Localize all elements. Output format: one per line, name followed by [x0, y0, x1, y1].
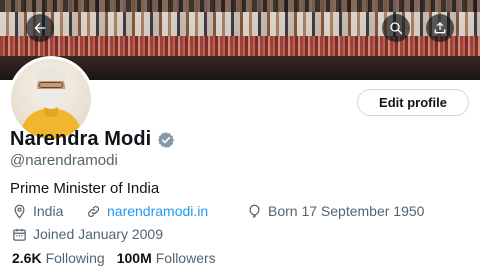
profile-birthday-text: Born 17 September 1950 — [268, 203, 425, 219]
search-button[interactable] — [382, 14, 410, 42]
profile-joined: Joined January 2009 — [12, 226, 163, 242]
share-button[interactable] — [426, 14, 454, 42]
following-count: 2.6K — [12, 250, 42, 266]
arrow-left-icon — [34, 22, 46, 34]
profile-website[interactable]: narendramodi.in — [86, 203, 208, 219]
banner-stage-decoration — [0, 36, 480, 56]
profile-website-link[interactable]: narendramodi.in — [107, 203, 208, 219]
following-stat[interactable]: 2.6K Following — [12, 250, 105, 266]
profile-location: India — [12, 203, 63, 219]
verified-badge-icon[interactable] — [157, 131, 175, 149]
back-button[interactable] — [26, 14, 54, 42]
profile-name-row: Narendra Modi — [10, 128, 175, 151]
search-icon — [390, 22, 403, 35]
following-label: Following — [45, 250, 105, 266]
location-pin-icon — [14, 204, 25, 219]
profile-handle: @narendramodi — [10, 152, 118, 169]
profile-name: Narendra Modi — [10, 128, 152, 150]
profile-bio: Prime Minister of India — [10, 180, 160, 197]
followers-label: Followers — [155, 250, 216, 266]
avatar-image — [11, 59, 91, 139]
avatar-hair-shape — [36, 67, 66, 81]
link-icon — [88, 205, 99, 217]
balloon-icon — [249, 204, 260, 218]
profile-stats: 2.6K Following 100M Followers — [12, 250, 216, 266]
avatar-beard-shape — [37, 89, 65, 109]
profile-location-text: India — [33, 203, 64, 219]
banner-heads-decoration — [0, 0, 480, 12]
edit-profile-button[interactable]: Edit profile — [357, 89, 469, 116]
calendar-icon — [13, 228, 26, 241]
followers-count: 100M — [116, 250, 152, 266]
profile-birthday: Born 17 September 1950 — [247, 203, 424, 219]
followers-stat[interactable]: 100M Followers — [117, 250, 216, 266]
avatar-glasses-shape — [39, 82, 63, 88]
share-icon — [434, 22, 446, 34]
profile-joined-text: Joined January 2009 — [33, 226, 163, 242]
